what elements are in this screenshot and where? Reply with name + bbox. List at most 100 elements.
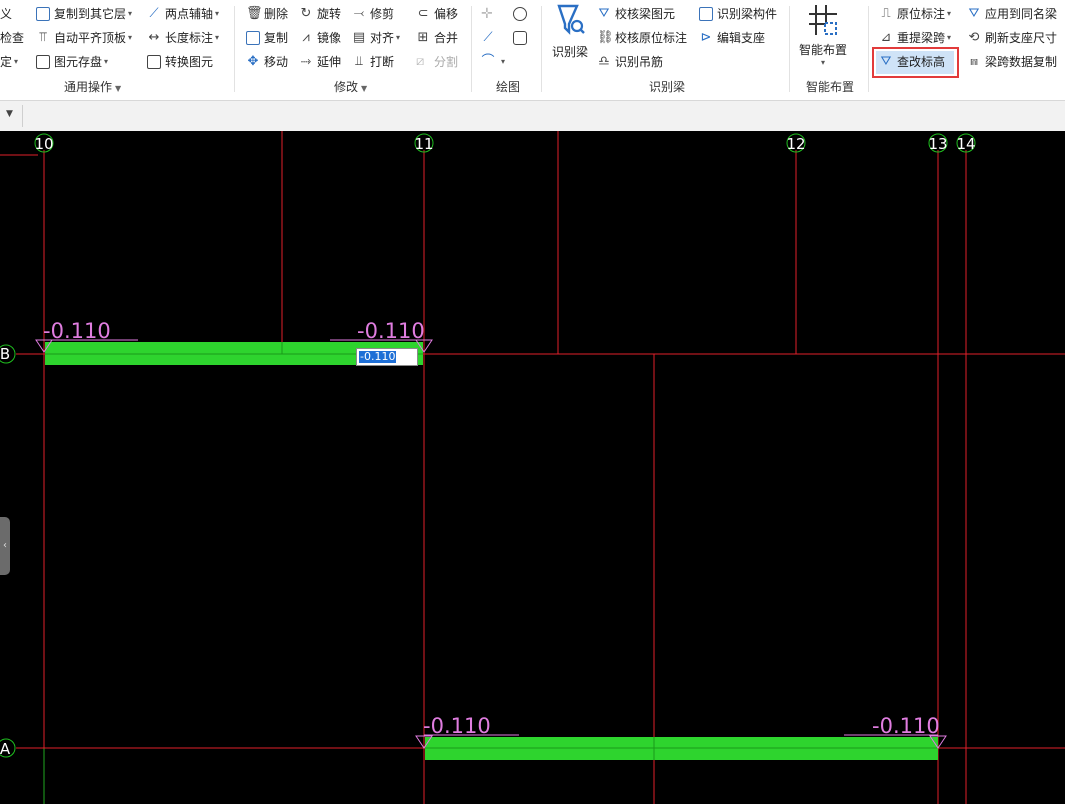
two-point-axis-button[interactable]: ⟋ 两点辅轴 ▾ [147, 4, 219, 24]
in-situ-dim-button[interactable]: ⎍ 原位标注 ▾ [879, 4, 951, 24]
elevation-edit-input[interactable]: -0.110 [356, 348, 418, 366]
break-button[interactable]: ⫫ 打断 [352, 52, 394, 72]
group-title-draw: 绘图 [496, 78, 520, 96]
ribbon-toolbar: 义 检查 定 ▾ 复制到其它层 ▾ ⫪ 自动平齐顶板 ▾ 图元存盘 ▾ ⟋ 两点辅轴 ▾ … [0, 0, 1065, 101]
apply-same-name-button[interactable]: ⛛ 应用到同名梁 [967, 4, 1057, 24]
rect-draw-button[interactable] [513, 28, 531, 48]
copy-button[interactable]: 复制 [246, 28, 288, 48]
align-button[interactable]: ▤ 对齐 ▾ [352, 28, 400, 48]
convert-element-button[interactable]: 转换图元 [147, 52, 213, 72]
elevation-label-A-left[interactable]: -0.110 [423, 714, 491, 738]
re-extract-span-button[interactable]: ⊿ 重提梁跨 ▾ [879, 28, 951, 48]
group-title-modify[interactable]: 修改 ▼ [334, 78, 367, 96]
ribbon-cut-item-3[interactable]: 定 ▾ [0, 52, 18, 72]
check-beam-element-button[interactable]: ⛛ 校核梁图元 [597, 4, 675, 24]
smart-layout-big-button[interactable]: 智能布置 ▾ [796, 2, 850, 67]
highlight-box [872, 47, 959, 78]
refresh-support-size-button[interactable]: ⟲ 刷新支座尺寸 [967, 28, 1057, 48]
group-separator [868, 6, 869, 92]
check-in-situ-dim-label: 校核原位标注 [615, 31, 688, 45]
span-data-copy-button[interactable]: ⩎ 梁跨数据复制 [967, 52, 1057, 72]
extend-button[interactable]: ⤑ 延伸 [299, 52, 341, 72]
refresh-support-icon: ⟲ [968, 30, 980, 45]
chevron-down-icon: ▾ [947, 9, 952, 18]
align-top-icon: ⫪ [39, 30, 47, 45]
in-situ-dim-icon: ⎍ [881, 6, 891, 21]
axis-label-10: 10 [34, 135, 53, 153]
rotate-button[interactable]: ↻ 旋转 [299, 4, 341, 24]
side-panel-toggle[interactable]: ‹ [0, 517, 10, 575]
ribbon-cut-item-1[interactable]: 义 [0, 4, 12, 24]
ribbon-cut-item-2[interactable]: 检查 [0, 28, 24, 48]
offset-button[interactable]: ⊂ 偏移 [416, 4, 458, 24]
edit-support-button[interactable]: ⊳ 编辑支座 [699, 28, 765, 48]
axis-label-B: B [0, 345, 10, 363]
apply-same-name-label: 应用到同名梁 [985, 7, 1058, 21]
in-situ-dim-label: 原位标注 [897, 7, 946, 21]
apply-same-icon: ⛛ [968, 6, 980, 21]
check-beam-element-label: 校核梁图元 [615, 7, 676, 21]
canvas-background [0, 131, 1065, 804]
smart-layout-big-label: 智能布置 [798, 43, 847, 57]
elevation-label-B-right[interactable]: -0.110 [357, 319, 425, 343]
group-title-identify-beam: 识别梁 [649, 78, 685, 96]
copy-label: 复制 [264, 31, 289, 45]
split-button[interactable]: ⧄ 分割 [416, 52, 458, 72]
length-dim-button[interactable]: ↔ 长度标注 ▾ [147, 28, 219, 48]
chevron-left-icon: ‹ [3, 540, 7, 551]
mirror-button[interactable]: ⩘ 镜像 [299, 28, 341, 48]
check-in-situ-dim-button[interactable]: ⛓ 校核原位标注 [597, 28, 687, 48]
axis-label-14: 14 [956, 135, 975, 153]
chevron-down-icon[interactable]: ▼ [6, 109, 13, 119]
elevation-label-A-right[interactable]: -0.110 [872, 714, 940, 738]
crosshair-point-icon: ✛ [481, 6, 493, 22]
copy-to-layer-button[interactable]: 复制到其它层 ▾ [36, 4, 132, 24]
identify-hanger-button[interactable]: ♎ 识别吊筋 [597, 52, 663, 72]
identify-beam-component-label: 识别梁构件 [717, 7, 778, 21]
modify-title: 修改 [334, 80, 359, 94]
delete-button[interactable]: 🗑 删除 [246, 4, 288, 24]
extend-label: 延伸 [317, 55, 342, 69]
delete-label: 删除 [264, 7, 289, 21]
merge-button[interactable]: ⊞ 合并 [416, 28, 458, 48]
elevation-label-B-left[interactable]: -0.110 [43, 319, 111, 343]
identify-beam-title: 识别梁 [649, 80, 686, 94]
smart-grid-icon [809, 5, 837, 35]
chevron-down-icon: ▾ [215, 33, 220, 42]
command-bar-divider [22, 105, 23, 127]
offset-label: 偏移 [434, 7, 459, 21]
identify-beam-component-button[interactable]: 识别梁构件 [699, 4, 777, 24]
rotate-label: 旋转 [317, 7, 342, 21]
chevron-down-icon: ▾ [215, 9, 220, 18]
move-button[interactable]: ✥ 移动 [246, 52, 288, 72]
align-label: 对齐 [370, 31, 395, 45]
ribbon-cut-label-2: 检查 [0, 31, 25, 45]
circle-clock-icon [513, 7, 527, 21]
merge-label: 合并 [434, 31, 459, 45]
element-save-label: 图元存盘 [54, 55, 103, 69]
axis-bubble-14: 14 [956, 133, 976, 153]
point-draw-button[interactable]: ✛ [481, 4, 499, 24]
drawing-canvas[interactable]: 10 11 12 13 14 B A -0.110 -0.110 -0.110 … [0, 131, 1065, 804]
break-label: 打断 [370, 55, 395, 69]
save-disk-icon [36, 55, 50, 69]
circle-draw-button[interactable] [513, 4, 531, 24]
element-save-button[interactable]: 图元存盘 ▾ [36, 52, 108, 72]
group-separator [541, 6, 542, 92]
extend-icon: ⤑ [300, 54, 312, 69]
trim-button[interactable]: ⤙ 修剪 [352, 4, 394, 24]
span-copy-icon: ⩎ [970, 54, 978, 69]
chevron-down-icon: ▾ [128, 33, 133, 42]
axis-label-A: A [0, 740, 11, 758]
group-separator [789, 6, 790, 92]
group-title-common-ops[interactable]: 通用操作 ▼ [64, 78, 121, 96]
draw-title: 绘图 [496, 80, 521, 94]
identify-beam-big-button[interactable]: 识别梁 [547, 2, 593, 60]
arc-draw-button[interactable]: ⌒ ▾ [481, 52, 505, 72]
common-ops-title: 通用操作 [64, 80, 113, 94]
line-draw-button[interactable]: ⟋ [481, 28, 499, 48]
identify-beam-icon [557, 4, 585, 35]
auto-align-top-button[interactable]: ⫪ 自动平齐顶板 ▾ [36, 28, 132, 48]
dimension-icon: ↔ [148, 30, 160, 45]
split-icon: ⧄ [416, 54, 425, 69]
